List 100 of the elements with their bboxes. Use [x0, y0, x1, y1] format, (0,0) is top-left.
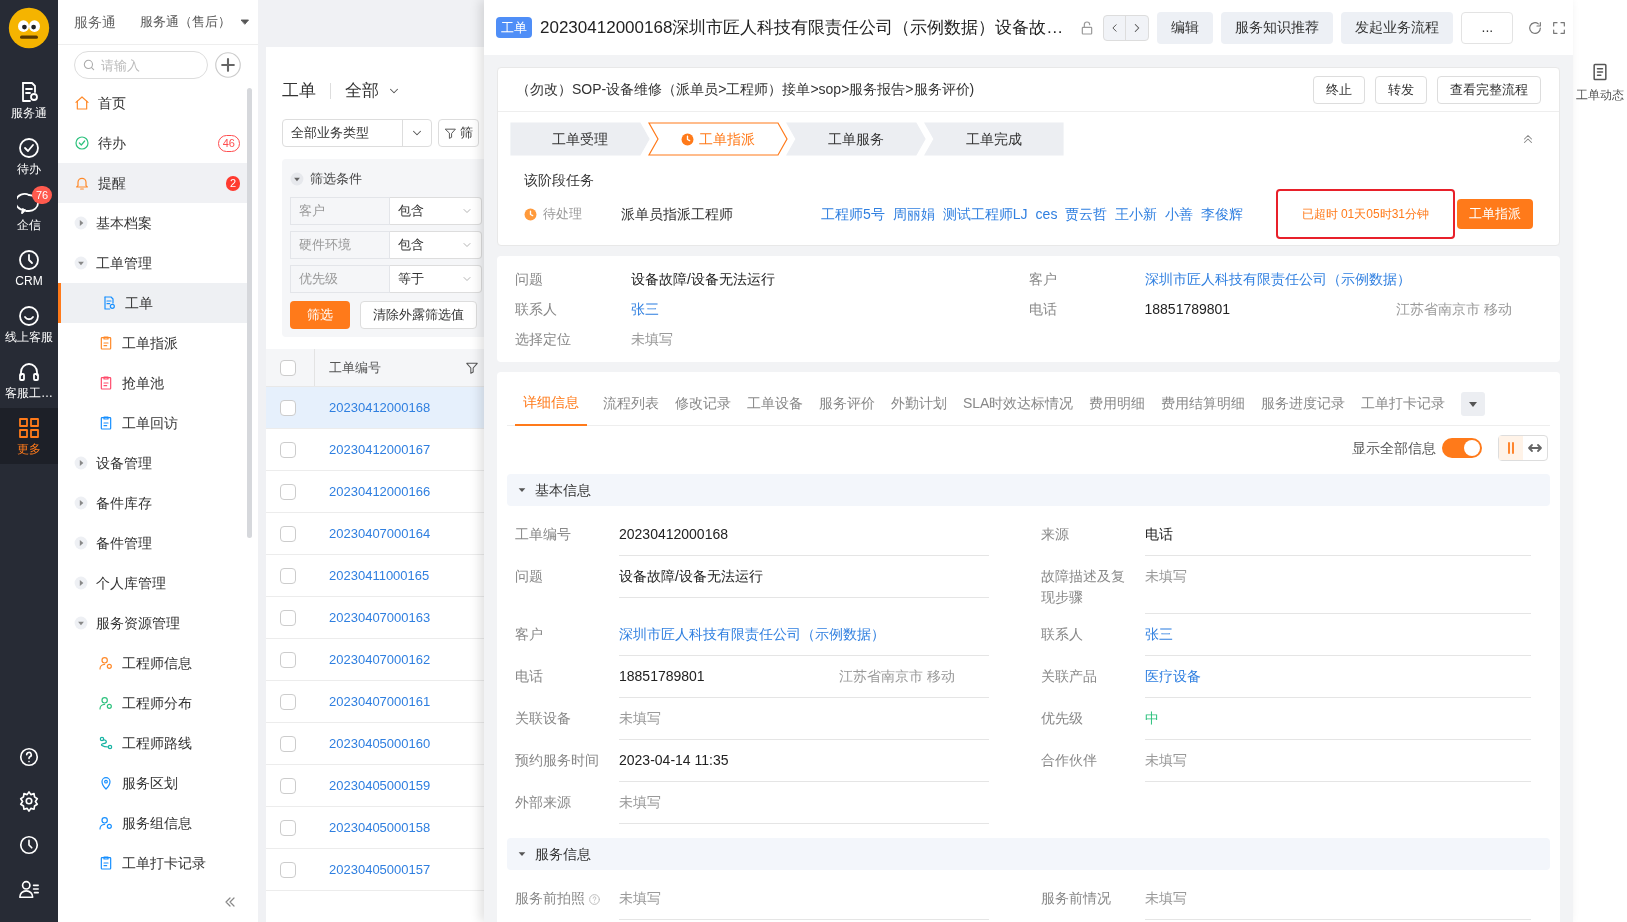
- order-link[interactable]: 20230405000158: [329, 817, 431, 838]
- nav-item[interactable]: 工程师路线: [58, 723, 250, 763]
- clear-button[interactable]: 清除外露筛选值: [360, 301, 477, 329]
- order-link[interactable]: 20230405000157: [329, 859, 431, 880]
- filter-section-header[interactable]: 筛选条件: [290, 167, 484, 191]
- tab[interactable]: 费用明细: [1089, 381, 1146, 426]
- nav-item[interactable]: 工程师分布: [58, 683, 250, 723]
- nav-item[interactable]: 工单指派: [58, 323, 250, 363]
- order-link[interactable]: 20230405000159: [329, 775, 431, 796]
- order-link[interactable]: 20230407000164: [329, 523, 431, 544]
- order-link[interactable]: 20230405000160: [329, 733, 431, 754]
- type-dropdown[interactable]: 全部业务类型: [282, 119, 432, 147]
- assignee-link[interactable]: 工程师5号: [821, 203, 885, 225]
- assignee-link[interactable]: ces: [1035, 203, 1058, 225]
- caret-down-icon[interactable]: [1461, 391, 1486, 416]
- rail-item[interactable]: 服务通: [0, 72, 58, 128]
- process-button[interactable]: 终止: [1313, 75, 1365, 104]
- filter-icon[interactable]: [465, 360, 479, 375]
- assignee-link[interactable]: 周丽娟: [892, 203, 935, 225]
- nav-group[interactable]: 备件管理: [58, 523, 250, 563]
- field-link[interactable]: 医疗设备: [1145, 666, 1201, 687]
- action-button[interactable]: 发起业务流程: [1341, 11, 1454, 44]
- tab[interactable]: 外勤计划: [891, 381, 947, 426]
- tab[interactable]: 服务评价: [819, 381, 875, 426]
- operator-dropdown[interactable]: 包含: [390, 197, 482, 225]
- nav-item[interactable]: 工单回访: [58, 403, 250, 443]
- scrollbar[interactable]: [247, 88, 252, 538]
- user-list-icon[interactable]: [18, 878, 40, 900]
- checkbox[interactable]: [280, 819, 296, 836]
- toggle-switch[interactable]: [1442, 438, 1482, 458]
- table-row[interactable]: 20230412000168: [266, 387, 484, 429]
- order-link[interactable]: 20230407000162: [329, 649, 431, 670]
- search-field[interactable]: 请输入: [74, 51, 208, 79]
- tab[interactable]: 流程列表: [603, 381, 659, 426]
- assignee-link[interactable]: 王小新: [1115, 203, 1158, 225]
- process-step[interactable]: 工单受理: [510, 122, 650, 156]
- field-link[interactable]: 张三: [631, 298, 1029, 320]
- filter-button[interactable]: 筛: [438, 119, 479, 147]
- process-button[interactable]: 转发: [1375, 75, 1427, 104]
- nav-group[interactable]: 个人库管理: [58, 563, 250, 603]
- mascot-logo[interactable]: [7, 6, 51, 50]
- nav-item[interactable]: 首页: [58, 83, 250, 123]
- checkbox[interactable]: [280, 693, 296, 710]
- checkbox[interactable]: [280, 525, 296, 542]
- order-link[interactable]: 20230407000163: [329, 607, 431, 628]
- checkbox[interactable]: [280, 651, 296, 668]
- checkbox[interactable]: [280, 399, 296, 416]
- more-button[interactable]: ...: [1461, 11, 1514, 44]
- process-button[interactable]: 查看完整流程: [1437, 75, 1541, 104]
- section-header[interactable]: 基本信息: [507, 474, 1550, 506]
- checkbox[interactable]: [280, 359, 296, 376]
- nav-item[interactable]: 服务组信息: [58, 803, 250, 843]
- action-button[interactable]: 服务知识推荐: [1221, 11, 1334, 44]
- collapse-up-icon[interactable]: [1521, 132, 1535, 146]
- order-link[interactable]: 20230412000166: [329, 481, 431, 502]
- tab[interactable]: SLA时效达标情况: [963, 381, 1074, 426]
- nav-group[interactable]: 服务资源管理: [58, 603, 250, 643]
- nav-group[interactable]: 工单管理: [58, 243, 250, 283]
- checkbox[interactable]: [280, 441, 296, 458]
- product-switcher[interactable]: 服务通（售后）: [140, 12, 251, 32]
- operator-dropdown[interactable]: 等于: [390, 265, 482, 293]
- checkbox[interactable]: [280, 735, 296, 752]
- rail-item[interactable]: 待办: [0, 128, 58, 184]
- process-step[interactable]: 工单服务: [786, 122, 926, 156]
- nav-item[interactable]: 提醒 2: [58, 163, 250, 203]
- scope-dropdown[interactable]: 全部: [345, 78, 401, 104]
- process-step[interactable]: 工单指派: [648, 122, 788, 156]
- field-link[interactable]: 深圳市匠人科技有限责任公司（示例数据）: [619, 624, 885, 645]
- nav-item[interactable]: 工单: [58, 283, 250, 323]
- tab[interactable]: 详细信息: [515, 381, 587, 426]
- rail-item[interactable]: 客服工…: [0, 352, 58, 408]
- rail-item[interactable]: CRM: [0, 240, 58, 296]
- fullscreen-icon[interactable]: [1551, 19, 1568, 36]
- apply-button[interactable]: 筛选: [290, 301, 350, 329]
- tab[interactable]: 工单打卡记录: [1361, 381, 1446, 426]
- assignee-link[interactable]: 小善: [1165, 203, 1194, 225]
- order-link[interactable]: 20230411000165: [329, 565, 430, 586]
- nav-item[interactable]: 抢单池: [58, 363, 250, 403]
- field-link[interactable]: 深圳市匠人科技有限责任公司（示例数据）: [1144, 268, 1542, 290]
- nav-group[interactable]: 基本档案: [58, 203, 250, 243]
- checkbox[interactable]: [280, 609, 296, 626]
- checkbox[interactable]: [280, 861, 296, 878]
- activity-button[interactable]: 工单动态: [1576, 62, 1624, 104]
- process-step[interactable]: 工单完成: [924, 122, 1064, 156]
- nav-group[interactable]: 设备管理: [58, 443, 250, 483]
- assignee-link[interactable]: 测试工程师LJ: [942, 203, 1028, 225]
- tab[interactable]: 修改记录: [675, 381, 731, 426]
- operator-dropdown[interactable]: 包含: [390, 231, 482, 259]
- nav-group[interactable]: 备件库存: [58, 483, 250, 523]
- tab[interactable]: 费用结算明细: [1161, 381, 1246, 426]
- checkbox[interactable]: [280, 777, 296, 794]
- field-link[interactable]: 张三: [1145, 624, 1173, 645]
- nav-item[interactable]: 服务区划: [58, 763, 250, 803]
- rail-item[interactable]: 线上客服: [0, 296, 58, 352]
- rail-item[interactable]: 企信 76: [0, 184, 58, 240]
- settings-icon[interactable]: [18, 790, 40, 812]
- assignee-link[interactable]: 李俊辉: [1201, 203, 1244, 225]
- checkbox[interactable]: [280, 567, 296, 584]
- clock-icon[interactable]: [18, 834, 40, 856]
- checkbox[interactable]: [280, 483, 296, 500]
